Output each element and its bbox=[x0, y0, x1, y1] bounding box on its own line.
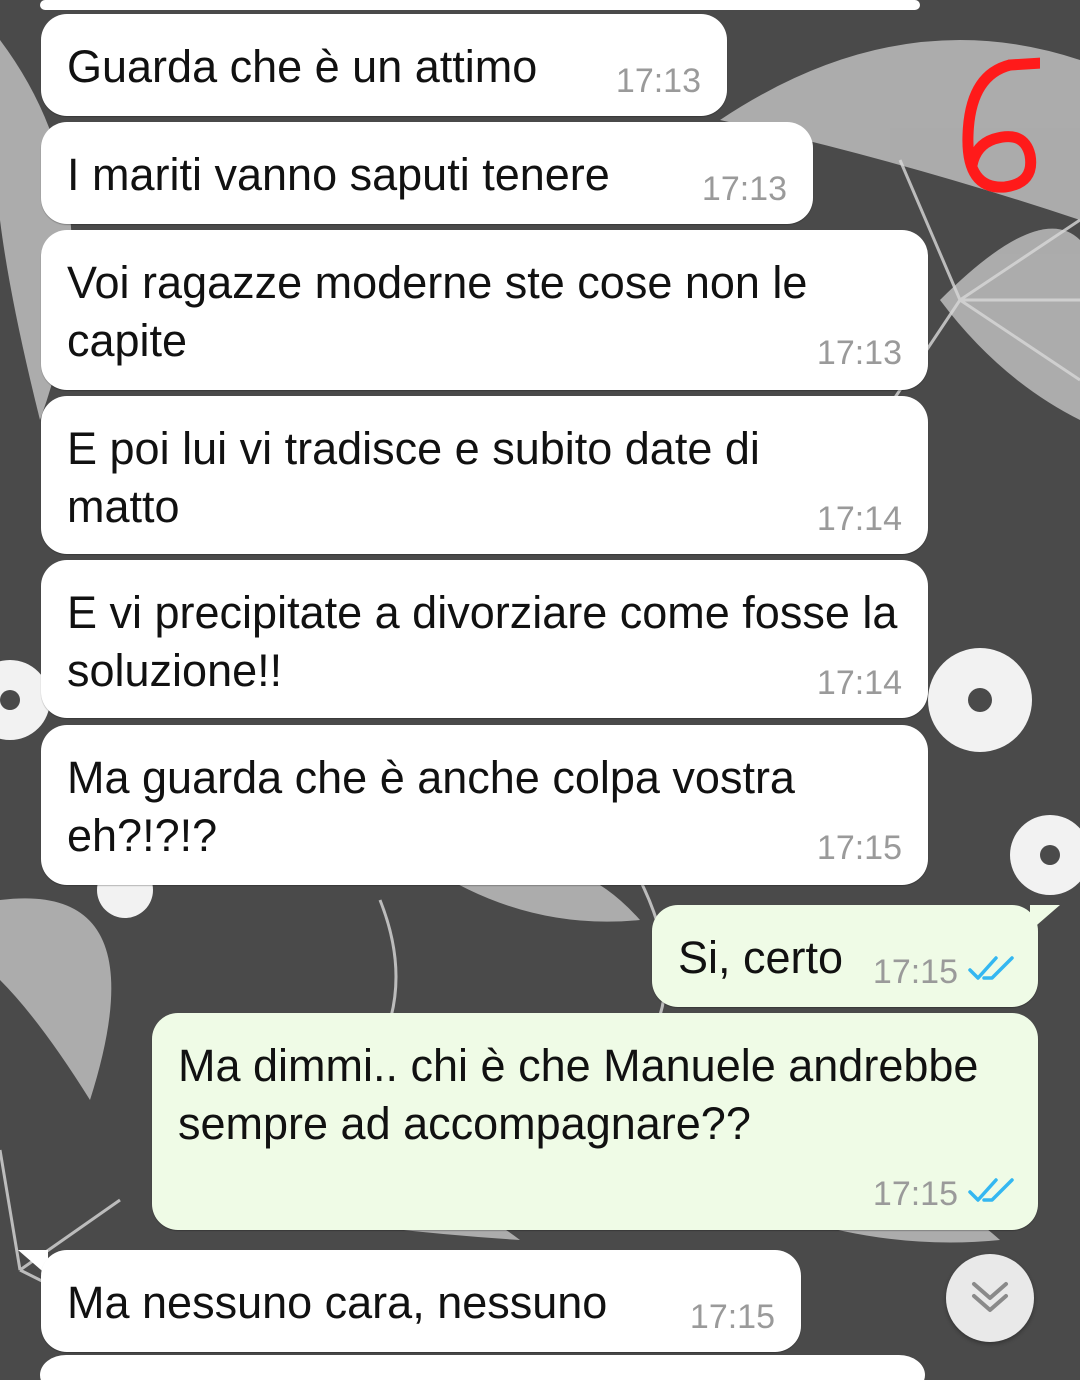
message-time: 17:15 bbox=[872, 1175, 958, 1213]
chevron-down-double-icon bbox=[972, 1282, 1008, 1312]
message-time: 17:14 bbox=[816, 664, 902, 702]
message-time: 17:13 bbox=[816, 334, 902, 372]
incoming-message[interactable]: E poi lui vi tradisce e subito date di m… bbox=[41, 396, 928, 554]
incoming-message[interactable]: Voi ragazze moderne ste cose non le capi… bbox=[41, 230, 928, 390]
message-text: Voi ragazze moderne ste cose non le capi… bbox=[67, 257, 808, 366]
message-text: I mariti vanno saputi tenere bbox=[67, 149, 610, 200]
incoming-message[interactable]: Guarda che è un attimo 17:13 bbox=[41, 14, 727, 116]
message-text: Ma dimmi.. chi è che Manuele andrebbe se… bbox=[178, 1040, 979, 1149]
bubble-tail bbox=[1030, 905, 1060, 931]
message-time: 17:14 bbox=[816, 500, 902, 538]
message-text: Ma nessuno cara, nessuno bbox=[67, 1277, 608, 1328]
message-time: 17:13 bbox=[615, 62, 701, 100]
incoming-message[interactable]: I mariti vanno saputi tenere 17:13 bbox=[41, 122, 813, 224]
message-time: 17:15 bbox=[816, 829, 902, 867]
message-time: 17:15 bbox=[872, 953, 958, 991]
incoming-message[interactable]: E vi precipitate a divorziare come fosse… bbox=[41, 560, 928, 718]
message-time: 17:15 bbox=[689, 1298, 775, 1336]
message-text: Si, certo bbox=[678, 932, 844, 983]
message-time: 17:13 bbox=[701, 170, 787, 208]
message-text: E poi lui vi tradisce e subito date di m… bbox=[67, 423, 760, 532]
double-check-icon bbox=[968, 1178, 1014, 1202]
annotation-mark bbox=[950, 55, 1048, 200]
message-text: Ma guarda che è anche colpa vostra eh?!?… bbox=[67, 752, 795, 861]
outgoing-message[interactable]: Si, certo 17:15 bbox=[652, 905, 1038, 1007]
scroll-to-bottom-button[interactable] bbox=[946, 1254, 1034, 1342]
double-check-icon bbox=[968, 956, 1014, 980]
outgoing-message[interactable]: Ma dimmi.. chi è che Manuele andrebbe se… bbox=[152, 1013, 1038, 1230]
incoming-message[interactable]: Ma guarda che è anche colpa vostra eh?!?… bbox=[41, 725, 928, 885]
message-text: Guarda che è un attimo bbox=[67, 41, 538, 92]
incoming-message[interactable]: Ma nessuno cara, nessuno 17:15 bbox=[41, 1250, 801, 1352]
message-text: E vi precipitate a divorziare come fosse… bbox=[67, 587, 898, 696]
